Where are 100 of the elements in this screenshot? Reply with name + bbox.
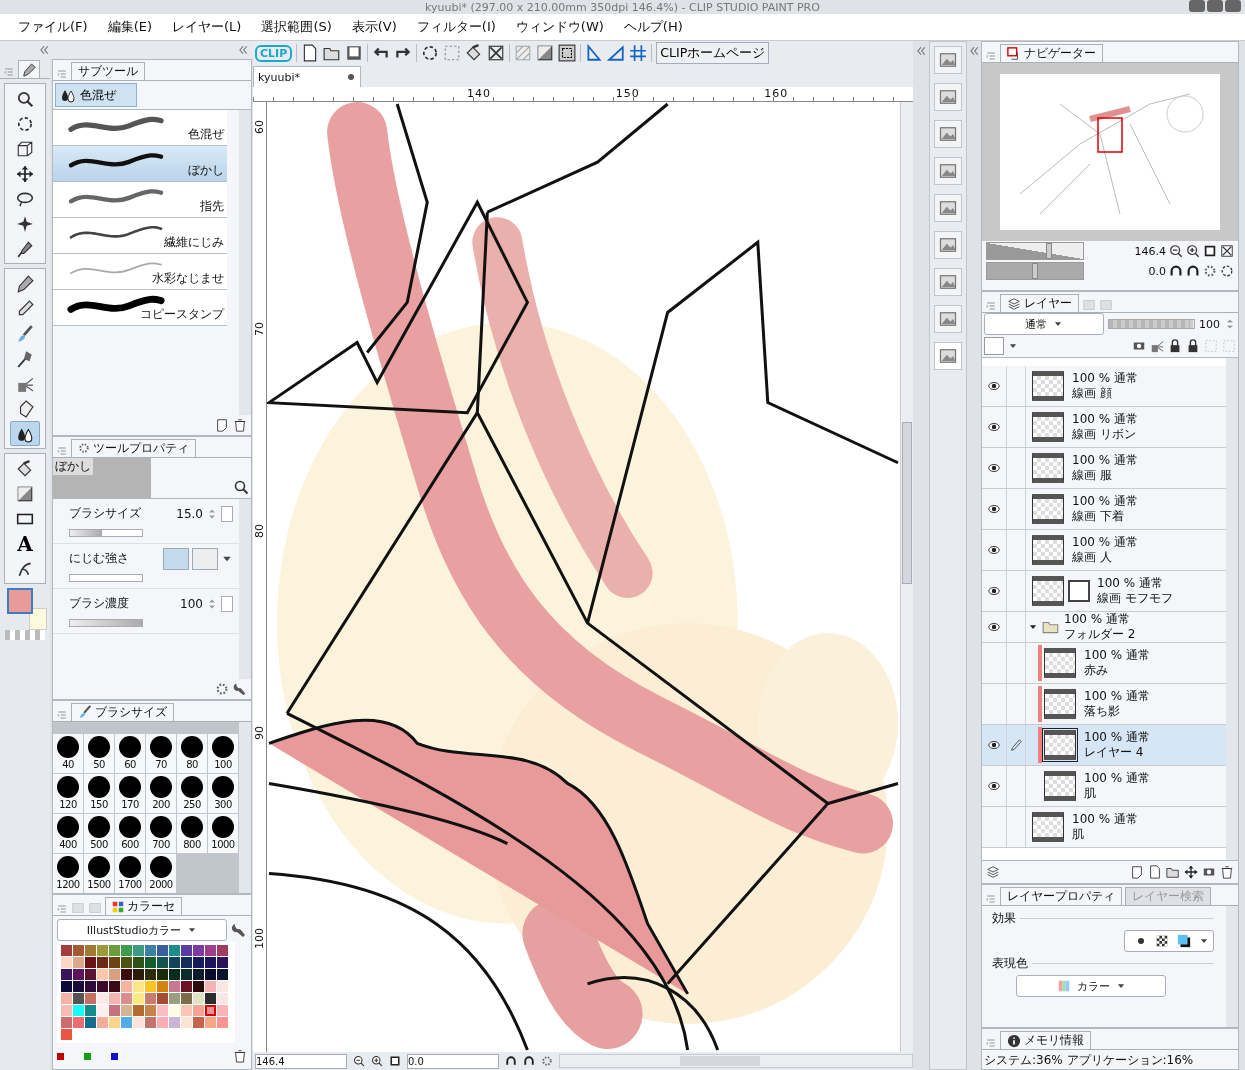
panel-tab[interactable]: メモリ情報: [1000, 1031, 1091, 1049]
menu-item[interactable]: ウィンドウ(W): [515, 18, 604, 36]
layer-name: 線画 人: [1072, 551, 1113, 564]
layer-row[interactable]: 100 % 通常 落ち影: [982, 684, 1226, 725]
layer-name: 線画 顔: [1072, 387, 1113, 400]
menu-item[interactable]: フィルター(I): [416, 18, 496, 36]
subtool-item[interactable]: 色混ぜ: [53, 110, 227, 146]
menu-item[interactable]: ファイル(F): [18, 18, 88, 36]
document-tab[interactable]: kyuubi*: [253, 66, 361, 87]
brush-size-preset[interactable]: 40: [53, 733, 83, 773]
brush-size-preset[interactable]: 1500: [84, 853, 114, 893]
layer-blend-info: 100 % 通常: [1072, 813, 1138, 826]
panel-tab[interactable]: レイヤー: [1000, 294, 1079, 312]
layer-name: 肌: [1072, 828, 1085, 841]
layer-name: 赤み: [1084, 664, 1109, 677]
brush-size-preset[interactable]: 500: [84, 813, 114, 853]
menu-item[interactable]: 表示(V): [351, 18, 397, 36]
layer-row[interactable]: 100 % 通常 赤み: [982, 643, 1226, 684]
layer-row[interactable]: 100 % 通常 線画 顔: [982, 366, 1226, 407]
layer-row[interactable]: 100 % 通常 線画 モフモフ: [982, 571, 1226, 612]
subtool-item[interactable]: コピースタンプ: [53, 290, 227, 326]
menu-item[interactable]: レイヤー(L): [172, 18, 242, 36]
panel-tab[interactable]: レイヤープロパティ: [1000, 887, 1122, 905]
layer-name: 線画 モフモフ: [1097, 592, 1173, 605]
brush-size-preset[interactable]: 200: [146, 773, 176, 813]
opacity-value[interactable]: 100: [1199, 317, 1220, 331]
layer-name: 線画 リボン: [1072, 428, 1137, 441]
property-value[interactable]: 100: [180, 596, 203, 611]
property-label: にじむ強さ: [69, 550, 130, 568]
layer-blend-info: 100 % 通常: [1097, 577, 1164, 590]
layer-row[interactable]: 100 % 通常 レイヤー 4: [982, 725, 1226, 766]
brush-size-preset[interactable]: 300: [208, 773, 238, 813]
memory-status: システム:36% アプリケーション:16%: [983, 1052, 1195, 1069]
zoom-value[interactable]: 146.4: [1134, 244, 1166, 258]
layer-name: フォルダー 2: [1064, 628, 1136, 641]
panel-tab[interactable]: ブラシサイズ: [71, 702, 174, 721]
property-label: ブラシサイズ: [69, 505, 142, 523]
subtool-item[interactable]: 水彩なじませ: [53, 254, 227, 290]
subtool-group-button[interactable]: 色混ぜ: [55, 83, 137, 107]
brush-size-preset[interactable]: 60: [115, 733, 145, 773]
brush-size-preset[interactable]: 250: [177, 773, 207, 813]
layer-row[interactable]: 100 % 通常 肌: [982, 807, 1226, 848]
tool-button[interactable]: A: [10, 531, 40, 556]
brush-size-preset[interactable]: 80: [177, 733, 207, 773]
ruler-label: 70: [253, 322, 266, 338]
layer-row[interactable]: 100 % 通常 線画 下着: [982, 489, 1226, 530]
brush-size-preset[interactable]: 150: [84, 773, 114, 813]
layer-row[interactable]: 100 % 通常 肌: [982, 766, 1226, 807]
layer-blend-info: 100 % 通常: [1072, 536, 1138, 549]
layer-blend-info: 100 % 通常: [1084, 772, 1150, 785]
panel-tab[interactable]: ナビゲーター: [1000, 44, 1103, 62]
panel-tab[interactable]: カラーセ: [105, 897, 182, 915]
layer-name: 線画 下着: [1072, 510, 1125, 523]
angle-field[interactable]: 0.0: [407, 1053, 499, 1069]
subtool-item[interactable]: ぼかし: [53, 146, 227, 182]
blend-mode-dropdown[interactable]: 通常: [984, 313, 1104, 335]
layer-row[interactable]: 100 % 通常 線画 服: [982, 448, 1226, 489]
layer-row[interactable]: 100 % 通常 線画 人: [982, 530, 1226, 571]
ruler-label: 160: [764, 87, 790, 101]
brush-size-preset[interactable]: 600: [115, 813, 145, 853]
panel-tab[interactable]: ツールプロパティ: [71, 438, 196, 457]
brush-size-preset[interactable]: 400: [53, 813, 83, 853]
brush-size-preset[interactable]: 800: [177, 813, 207, 853]
layer-blend-info: 100 % 通常: [1084, 690, 1150, 703]
layer-row[interactable]: 100 % 通常 線画 リボン: [982, 407, 1226, 448]
brush-size-preset[interactable]: 2000: [146, 853, 176, 893]
panel-tab[interactable]: サブツール: [71, 62, 145, 80]
menu-item[interactable]: 選択範囲(S): [261, 18, 332, 36]
brush-size-preset[interactable]: 120: [53, 773, 83, 813]
layer-blend-info: 100 % 通常: [1072, 495, 1138, 508]
layer-blend-info: 100 % 通常: [1072, 372, 1138, 385]
brush-size-preset[interactable]: 170: [115, 773, 145, 813]
layer-blend-info: 100 % 通常: [1072, 454, 1138, 467]
subtool-item[interactable]: 繊維にじみ: [53, 218, 227, 254]
menu-item[interactable]: ヘルプ(H): [623, 18, 683, 36]
subtool-item[interactable]: 指先: [53, 182, 227, 218]
brush-size-preset[interactable]: 700: [146, 813, 176, 853]
menu-item[interactable]: 編集(E): [107, 18, 152, 36]
color-set-dropdown[interactable]: IllustStudioカラー: [57, 919, 227, 941]
folder-row[interactable]: 100 % 通常 フォルダー 2: [982, 612, 1226, 643]
brush-size-preset[interactable]: 1000: [208, 813, 238, 853]
angle-value[interactable]: 0.0: [1148, 264, 1166, 278]
ruler-label: 100: [253, 928, 266, 951]
ruler-label: 60: [253, 120, 266, 136]
brush-size-preset[interactable]: 100: [208, 733, 238, 773]
brush-size-preset[interactable]: 1700: [115, 853, 145, 893]
layer-blend-info: 100 % 通常: [1084, 731, 1150, 744]
ruler-label: 90: [253, 726, 266, 742]
zoom-field[interactable]: 146.4: [255, 1053, 347, 1069]
layer-name: 落ち影: [1084, 705, 1121, 718]
section-title: 表現色: [992, 955, 1028, 972]
color-mode-dropdown[interactable]: カラー: [1016, 975, 1166, 997]
property-value[interactable]: 15.0: [176, 506, 203, 521]
brush-size-preset[interactable]: 1200: [53, 853, 83, 893]
section-title: 効果: [992, 910, 1016, 927]
home-page-button[interactable]: CLIPホームページ: [656, 42, 770, 64]
brush-size-preset[interactable]: 50: [84, 733, 114, 773]
layer-name: レイヤー 4: [1084, 746, 1145, 759]
brush-size-preset[interactable]: 70: [146, 733, 176, 773]
layer-blend-info: 100 % 通常: [1084, 649, 1150, 662]
